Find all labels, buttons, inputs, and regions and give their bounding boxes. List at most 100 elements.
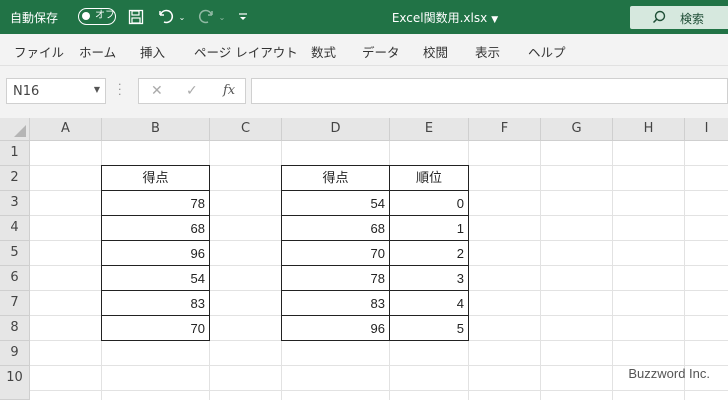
column-header-c[interactable]: C — [210, 118, 282, 141]
watermark: Buzzword Inc. — [628, 366, 710, 381]
table2-rule — [281, 190, 469, 191]
table1-value-cell[interactable]: 70 — [102, 316, 209, 341]
table2-rule — [281, 265, 469, 266]
table1-value-cell[interactable]: 54 — [102, 266, 209, 291]
tab-review[interactable]: 校閲 — [423, 42, 448, 61]
table2-rule — [281, 290, 469, 291]
row-header-3[interactable]: 3 — [0, 191, 30, 216]
row-header-2[interactable]: 2 — [0, 166, 30, 191]
table1-rule — [101, 290, 210, 291]
more-icon: · · · — [118, 78, 122, 101]
file-name-caret-icon: ▼ — [491, 15, 499, 25]
column-header-e[interactable]: E — [390, 118, 469, 141]
tab-formulas[interactable]: 数式 — [311, 42, 336, 61]
file-name-text: Excel関数用.xlsx — [391, 11, 488, 25]
row-header-5[interactable]: 5 — [0, 241, 30, 266]
formula-input[interactable] — [251, 78, 728, 104]
gridline — [540, 141, 541, 400]
table2-rank-cell[interactable]: 5 — [390, 316, 468, 341]
tab-view[interactable]: 表示 — [475, 42, 500, 61]
select-all-button[interactable] — [0, 118, 30, 141]
toggle-knob — [82, 12, 90, 20]
table2-score-cell[interactable]: 83 — [282, 291, 389, 316]
gridline — [30, 390, 728, 391]
column-header-h[interactable]: H — [613, 118, 685, 141]
search-box[interactable]: 検索 — [630, 6, 728, 29]
autosave-label: 自動保存 — [10, 11, 59, 25]
customize-icon[interactable] — [236, 7, 250, 27]
table2-score-cell[interactable]: 70 — [282, 241, 389, 266]
save-icon[interactable] — [126, 7, 146, 27]
table1-rule — [101, 215, 210, 216]
column-header-f[interactable]: F — [469, 118, 541, 141]
tab-home[interactable]: ホーム — [79, 42, 116, 61]
worksheet-grid[interactable]: A B C D E F G H I 1 2 3 4 5 6 7 8 9 10 得… — [0, 118, 728, 400]
table2-score-cell[interactable]: 96 — [282, 316, 389, 341]
table1-value-cell[interactable]: 96 — [102, 241, 209, 266]
autosave-state: オフ — [95, 10, 115, 21]
table2-score-header-cell[interactable]: 得点 — [282, 166, 389, 191]
column-header-g[interactable]: G — [541, 118, 613, 141]
gridline — [468, 141, 469, 400]
table2-score-cell[interactable]: 78 — [282, 266, 389, 291]
tab-insert[interactable]: 挿入 — [140, 42, 165, 61]
undo-dropdown-icon[interactable]: ⌄ — [178, 7, 186, 27]
table1-header-cell[interactable]: 得点 — [102, 166, 209, 191]
table2-rank-cell[interactable]: 3 — [390, 266, 468, 291]
file-name[interactable]: Excel関数用.xlsx ▼ — [360, 9, 530, 26]
gridline — [30, 365, 728, 366]
redo-dropdown-icon: ⌄ — [218, 12, 226, 22]
gridline — [684, 141, 685, 400]
tab-help[interactable]: ヘルプ — [528, 42, 566, 61]
search-icon — [652, 10, 666, 24]
table2-rank-header-cell[interactable]: 順位 — [390, 166, 468, 191]
column-header-b[interactable]: B — [102, 118, 210, 141]
redo-icon — [195, 7, 217, 27]
tab-data[interactable]: データ — [362, 42, 400, 61]
tab-page-layout[interactable]: ページ レイアウト — [194, 42, 298, 61]
gridline — [209, 141, 210, 400]
formula-bar-area: N16 ▼ · · · ✕ ✓ fx — [0, 66, 728, 118]
table1-value-cell[interactable]: 68 — [102, 216, 209, 241]
table2-rule — [281, 315, 469, 316]
column-header-d[interactable]: D — [282, 118, 390, 141]
cancel-icon: ✕ — [151, 83, 163, 99]
formula-buttons: ✕ ✓ fx — [138, 78, 246, 104]
table2-rank-cell[interactable]: 0 — [390, 191, 468, 216]
table1-rule — [101, 240, 210, 241]
autosave-toggle[interactable]: オフ — [78, 8, 116, 25]
column-header-i[interactable]: I — [685, 118, 728, 141]
table2-rank-cell[interactable]: 1 — [390, 216, 468, 241]
tab-file[interactable]: ファイル — [14, 42, 64, 61]
name-box[interactable]: N16 ▼ — [6, 78, 106, 104]
undo-icon[interactable] — [155, 7, 177, 27]
row-header-4[interactable]: 4 — [0, 216, 30, 241]
table2-rank-cell[interactable]: 4 — [390, 291, 468, 316]
table1-rule — [101, 190, 210, 191]
title-bar: 自動保存 オフ ⌄ ⌄ Excel関数用.xlsx ▼ 検索 — [0, 0, 728, 34]
table1-rule — [101, 265, 210, 266]
row-header-9[interactable]: 9 — [0, 341, 30, 366]
column-header-a[interactable]: A — [30, 118, 102, 141]
enter-icon: ✓ — [186, 83, 198, 99]
table1-value-cell[interactable]: 78 — [102, 191, 209, 216]
row-header-7[interactable]: 7 — [0, 291, 30, 316]
search-label: 検索 — [680, 12, 705, 26]
row-header-10[interactable]: 10 — [0, 366, 30, 400]
table2-rank-cell[interactable]: 2 — [390, 241, 468, 266]
table1-rule — [101, 315, 210, 316]
table2-score-cell[interactable]: 68 — [282, 216, 389, 241]
gridline — [612, 141, 613, 400]
select-all-triangle-icon — [14, 125, 26, 137]
table1-value-cell[interactable]: 83 — [102, 291, 209, 316]
name-box-dropdown-icon[interactable]: ▼ — [94, 85, 100, 94]
ribbon-tabs: ファイル ホーム 挿入 ページ レイアウト 数式 データ 校閲 表示 ヘルプ — [0, 34, 728, 66]
name-box-value: N16 — [13, 84, 40, 99]
table2-rule — [281, 215, 469, 216]
row-header-6[interactable]: 6 — [0, 266, 30, 291]
table2-score-cell[interactable]: 54 — [282, 191, 389, 216]
row-header-8[interactable]: 8 — [0, 316, 30, 341]
insert-function-button[interactable]: fx — [223, 83, 235, 98]
table2-rule — [281, 240, 469, 241]
row-header-1[interactable]: 1 — [0, 141, 30, 166]
